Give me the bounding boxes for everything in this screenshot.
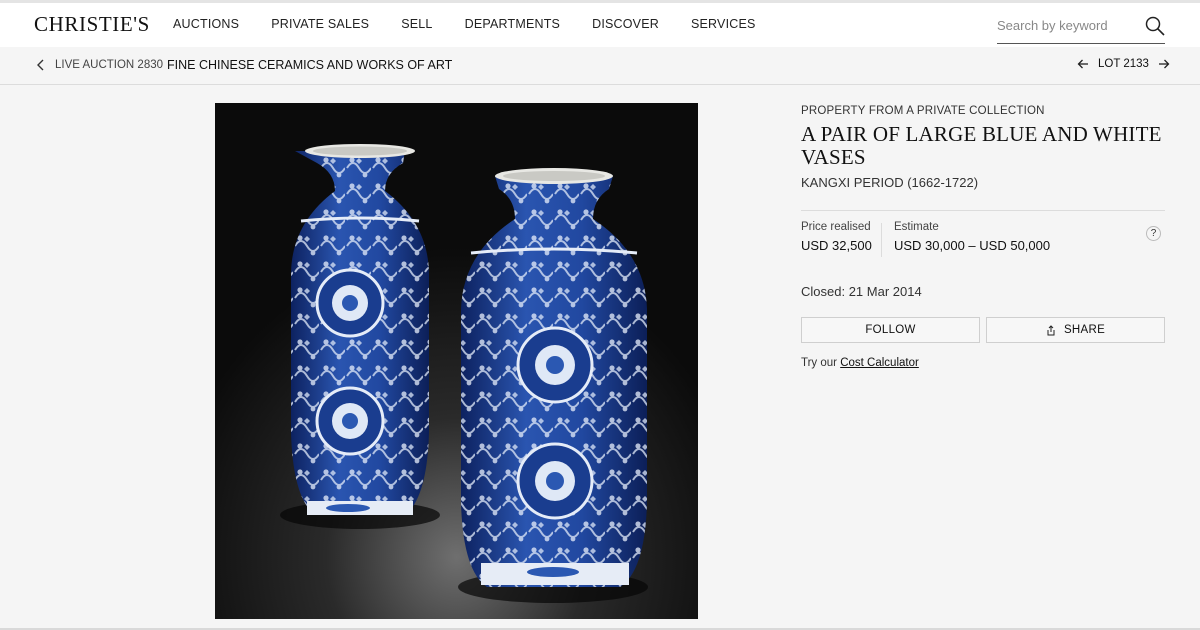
lot-subtitle: KANGXI PERIOD (1662-1722) bbox=[801, 175, 979, 190]
lot-navigation: LOT 2133 bbox=[1077, 58, 1170, 70]
lot-title: A PAIR OF LARGE BLUE AND WHITE VASES bbox=[801, 122, 1162, 169]
search-input[interactable] bbox=[997, 18, 1137, 33]
divider bbox=[801, 210, 1165, 211]
nav-discover[interactable]: DISCOVER bbox=[592, 17, 659, 31]
share-icon bbox=[1047, 324, 1055, 335]
chevron-left-icon bbox=[37, 59, 44, 71]
sale-number: LIVE AUCTION 2830 bbox=[55, 59, 164, 71]
price-realised: Price realised USD 32,500 bbox=[801, 221, 872, 253]
price-block: Price realised USD 32,500 Estimate USD 3… bbox=[801, 221, 1165, 261]
breadcrumb[interactable]: LIVE AUCTION 2830 FINE CHINESE CERAMICS … bbox=[36, 58, 452, 72]
calc-prefix: Try our bbox=[801, 357, 837, 369]
nav-private-sales[interactable]: PRIVATE SALES bbox=[271, 17, 369, 31]
lot-details: PROPERTY FROM A PRIVATE COLLECTION A PAI… bbox=[801, 103, 1165, 369]
closed-date: Closed: 21 Mar 2014 bbox=[801, 284, 922, 299]
sale-title: FINE CHINESE CERAMICS AND WORKS OF ART bbox=[167, 58, 453, 72]
follow-label: FOLLOW bbox=[865, 324, 916, 336]
price-separator bbox=[881, 223, 882, 257]
share-label: SHARE bbox=[1063, 324, 1106, 336]
nav-departments[interactable]: DEPARTMENTS bbox=[465, 17, 561, 31]
price-realised-label: Price realised bbox=[801, 221, 871, 233]
share-button[interactable]: SHARE bbox=[986, 317, 1165, 343]
breadcrumb-bar: LIVE AUCTION 2830 FINE CHINESE CERAMICS … bbox=[0, 47, 1200, 85]
next-lot-arrow-icon[interactable] bbox=[1158, 58, 1170, 70]
cost-calculator-line: Try our Cost Calculator bbox=[801, 357, 1165, 369]
main-nav: AUCTIONS PRIVATE SALES SELL DEPARTMENTS … bbox=[173, 17, 788, 31]
search-box bbox=[997, 12, 1165, 44]
provenance-line: PROPERTY FROM A PRIVATE COLLECTION bbox=[801, 105, 1045, 117]
price-realised-value: USD 32,500 bbox=[801, 238, 872, 253]
help-icon[interactable]: ? bbox=[1146, 226, 1161, 241]
cost-calculator-link[interactable]: Cost Calculator bbox=[840, 357, 919, 369]
lot-image[interactable] bbox=[215, 103, 698, 619]
vases-photograph bbox=[215, 103, 698, 619]
nav-services[interactable]: SERVICES bbox=[691, 17, 756, 31]
action-buttons: FOLLOW SHARE bbox=[801, 317, 1165, 343]
nav-sell[interactable]: SELL bbox=[401, 17, 432, 31]
follow-button[interactable]: FOLLOW bbox=[801, 317, 980, 343]
estimate-value: USD 30,000 – USD 50,000 bbox=[894, 238, 1051, 253]
estimate: Estimate USD 30,000 – USD 50,000 bbox=[894, 221, 1050, 253]
christies-logo[interactable]: CHRISTIE'S bbox=[34, 12, 150, 37]
previous-lot-arrow-icon[interactable] bbox=[1077, 58, 1089, 70]
estimate-label: Estimate bbox=[894, 221, 939, 233]
lot-number: LOT 2133 bbox=[1098, 58, 1149, 70]
top-navigation-bar: CHRISTIE'S AUCTIONS PRIVATE SALES SELL D… bbox=[0, 0, 1200, 47]
search-icon[interactable] bbox=[1145, 16, 1165, 36]
nav-auctions[interactable]: AUCTIONS bbox=[173, 17, 239, 31]
